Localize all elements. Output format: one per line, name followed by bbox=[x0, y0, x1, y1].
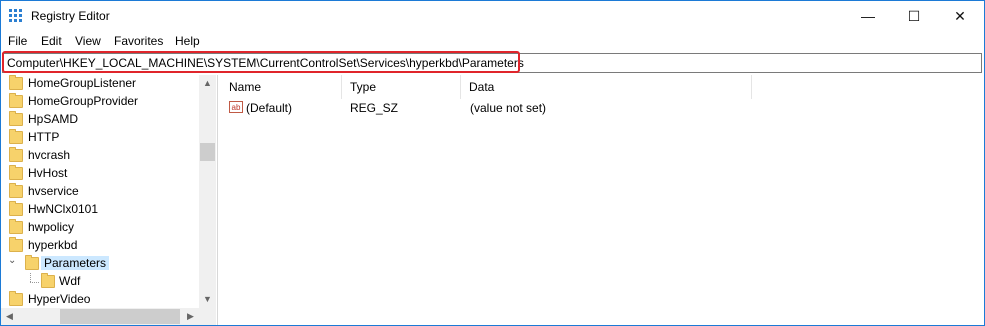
folder-icon bbox=[9, 111, 23, 126]
scroll-down-icon[interactable]: ▼ bbox=[199, 291, 216, 308]
value-type: REG_SZ bbox=[350, 101, 399, 115]
menu-favorites[interactable]: Favorites bbox=[114, 34, 163, 48]
address-highlight-box bbox=[2, 51, 520, 73]
column-header-name[interactable]: Name bbox=[221, 75, 342, 99]
maximize-button[interactable]: ☐ bbox=[891, 1, 937, 31]
folder-icon bbox=[9, 219, 23, 234]
tree-item-hvhost[interactable]: HvHost bbox=[1, 165, 199, 183]
folder-icon bbox=[25, 255, 39, 270]
folder-icon bbox=[9, 93, 23, 108]
tree-item-label: hyperkbd bbox=[28, 238, 78, 252]
tree-item-hvservice[interactable]: hvservice bbox=[1, 183, 199, 201]
tree-item-parameters[interactable]: ⌄ Parameters bbox=[1, 255, 199, 273]
tree-item-label: Wdf bbox=[59, 274, 81, 288]
tree-item-label: Parameters bbox=[41, 256, 110, 270]
chevron-down-icon[interactable]: ⌄ bbox=[8, 255, 16, 266]
key-tree: HomeGroupListener HomeGroupProvider HpSA… bbox=[1, 75, 218, 325]
folder-icon bbox=[9, 75, 23, 90]
close-button[interactable]: ✕ bbox=[937, 1, 983, 31]
folder-icon bbox=[9, 237, 23, 252]
registry-editor-window: Registry Editor — ☐ ✕ File Edit View Fav… bbox=[0, 0, 985, 326]
scroll-right-icon[interactable]: ▶ bbox=[182, 308, 199, 325]
folder-icon bbox=[41, 273, 55, 288]
tree-connector bbox=[30, 273, 32, 282]
menu-file[interactable]: File bbox=[8, 34, 27, 48]
scrollbar-corner bbox=[199, 308, 216, 325]
tree-item-hpsamd[interactable]: HpSAMD bbox=[1, 111, 199, 129]
tree-item-http[interactable]: HTTP bbox=[1, 129, 199, 147]
tree-connector bbox=[30, 282, 39, 284]
value-name: (Default) bbox=[246, 101, 293, 115]
minimize-button[interactable]: — bbox=[845, 1, 891, 31]
string-value-icon: ab bbox=[229, 101, 243, 113]
window-title: Registry Editor bbox=[31, 9, 110, 23]
tree-item-label: HTTP bbox=[28, 130, 60, 144]
values-list: Name Type Data ab (Default) REG_SZ (valu… bbox=[221, 75, 983, 325]
tree-item-label: HvHost bbox=[28, 166, 68, 180]
tree-item-label: hvservice bbox=[28, 184, 79, 198]
menu-bar: File Edit View Favorites Help bbox=[1, 32, 984, 52]
scroll-left-icon[interactable]: ◀ bbox=[1, 308, 18, 325]
value-data: (value not set) bbox=[470, 101, 547, 115]
tree-item-homegrouplistener[interactable]: HomeGroupListener bbox=[1, 75, 199, 93]
column-header-type[interactable]: Type bbox=[342, 75, 461, 99]
scrollbar-thumb[interactable] bbox=[60, 309, 180, 324]
folder-icon bbox=[9, 147, 23, 162]
folder-icon bbox=[9, 291, 23, 306]
column-header-data[interactable]: Data bbox=[461, 75, 752, 99]
scroll-up-icon[interactable]: ▲ bbox=[199, 75, 216, 92]
tree-item-label: HpSAMD bbox=[28, 112, 79, 126]
folder-icon bbox=[9, 129, 23, 144]
table-row[interactable]: ab (Default) REG_SZ (value not set) bbox=[221, 99, 981, 117]
tree-item-label: hvcrash bbox=[28, 148, 71, 162]
menu-help[interactable]: Help bbox=[175, 34, 200, 48]
tree-item-label: HyperVideo bbox=[28, 292, 91, 306]
tree-item-homegroupprovider[interactable]: HomeGroupProvider bbox=[1, 93, 199, 111]
menu-view[interactable]: View bbox=[75, 34, 101, 48]
tree-horizontal-scrollbar[interactable]: ◀ ▶ bbox=[1, 308, 199, 325]
tree-vertical-scrollbar[interactable]: ▲ ▼ bbox=[199, 75, 216, 308]
tree-item-hwnclx0101[interactable]: HwNClx0101 bbox=[1, 201, 199, 219]
tree-item-label: HomeGroupProvider bbox=[28, 94, 139, 108]
folder-icon bbox=[9, 165, 23, 180]
tree-item-hyperkbd[interactable]: hyperkbd bbox=[1, 237, 199, 255]
title-bar: Registry Editor — ☐ ✕ bbox=[1, 1, 984, 31]
folder-icon bbox=[9, 183, 23, 198]
column-header-label: Name bbox=[229, 80, 262, 94]
tree-item-label: hwpolicy bbox=[28, 220, 75, 234]
tree-item-label: HwNClx0101 bbox=[28, 202, 99, 216]
tree-item-label: HomeGroupListener bbox=[28, 76, 137, 90]
column-header-label: Data bbox=[469, 80, 495, 94]
column-header-label: Type bbox=[350, 80, 377, 94]
tree-item-hwpolicy[interactable]: hwpolicy bbox=[1, 219, 199, 237]
folder-icon bbox=[9, 201, 23, 216]
tree-item-hypervideo[interactable]: HyperVideo bbox=[1, 291, 199, 309]
registry-app-icon bbox=[9, 9, 23, 23]
tree-item-wdf[interactable]: Wdf bbox=[1, 273, 199, 291]
menu-edit[interactable]: Edit bbox=[41, 34, 62, 48]
scrollbar-thumb[interactable] bbox=[200, 143, 215, 161]
tree-item-hvcrash[interactable]: hvcrash bbox=[1, 147, 199, 165]
